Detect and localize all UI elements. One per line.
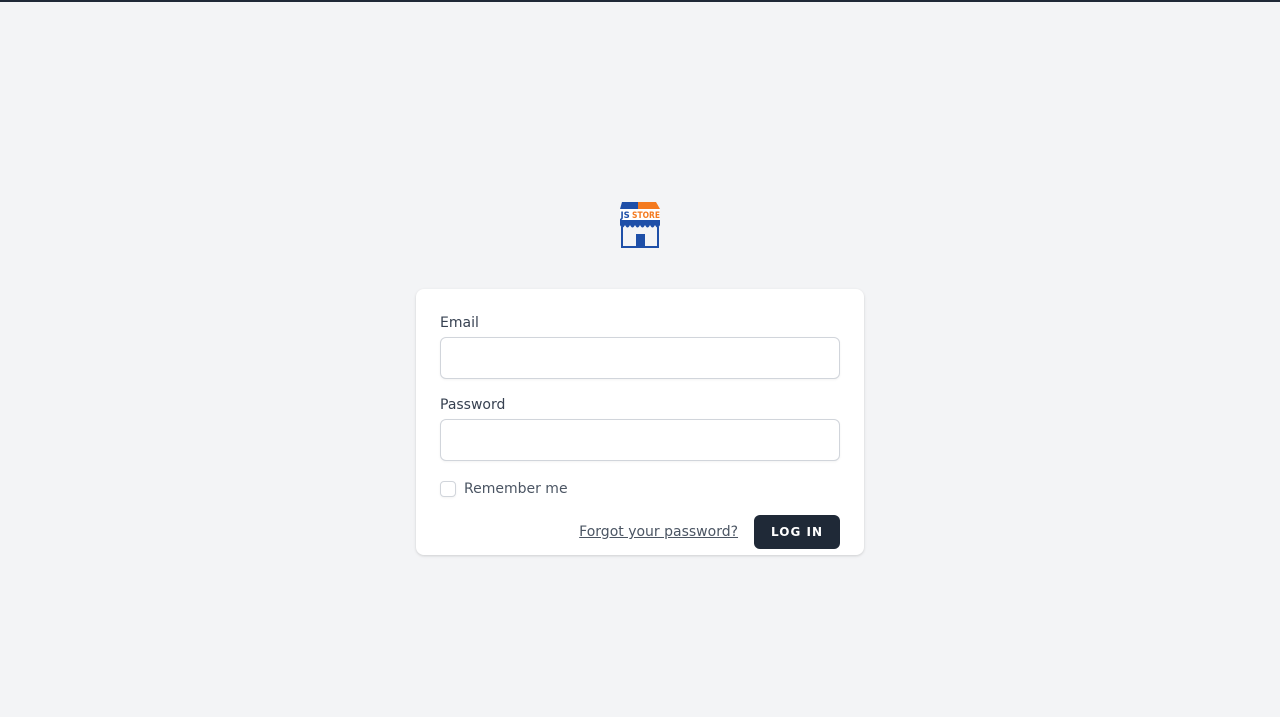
store-icon: JS STORE	[620, 202, 660, 248]
logo-text-store: STORE	[632, 211, 660, 221]
remember-me-row: Remember me	[440, 479, 840, 499]
password-input[interactable]	[440, 419, 840, 461]
logo-text-js: JS	[620, 211, 630, 221]
form-actions: Forgot your password? Log in	[440, 515, 840, 549]
email-group: Email	[440, 313, 840, 379]
password-group: Password	[440, 395, 840, 461]
remember-me-checkbox[interactable]	[440, 481, 456, 497]
store-logo[interactable]: JS STORE	[620, 200, 660, 248]
forgot-password-link[interactable]: Forgot your password?	[579, 524, 738, 540]
login-button[interactable]: Log in	[754, 515, 840, 549]
password-label: Password	[440, 397, 506, 413]
remember-me-label[interactable]: Remember me	[464, 481, 568, 497]
email-input[interactable]	[440, 337, 840, 379]
login-card: Email Password Remember me Forgot your p…	[416, 289, 864, 555]
email-label: Email	[440, 315, 479, 331]
